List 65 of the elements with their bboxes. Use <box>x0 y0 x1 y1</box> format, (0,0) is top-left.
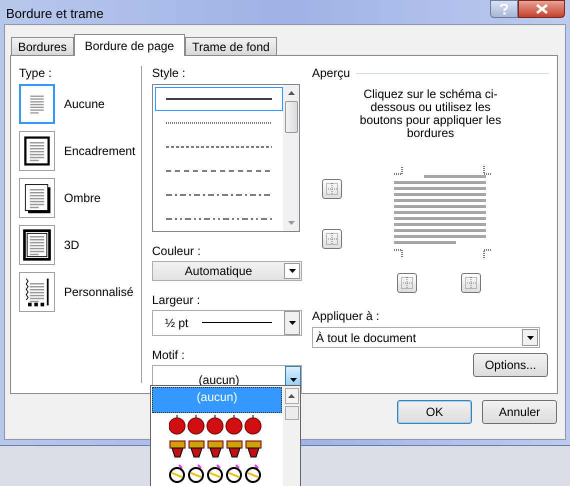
scroll-up-icon <box>288 91 294 95</box>
type-label: Type : <box>19 65 53 82</box>
line-sample-icon <box>166 146 272 148</box>
line-sample-icon <box>166 122 272 124</box>
close-button[interactable] <box>518 0 565 18</box>
line-sample-icon <box>166 218 272 220</box>
grid-icon <box>401 277 413 289</box>
type-option-label: Aucune <box>64 96 105 113</box>
window-title: Bordure et trame <box>6 5 104 23</box>
options-button[interactable]: Options... <box>473 353 548 377</box>
scrollbar[interactable] <box>283 85 299 231</box>
style-list[interactable] <box>152 84 300 232</box>
dialog-button[interactable]: Annuler <box>482 400 557 424</box>
dropdown-arrow-button[interactable] <box>522 329 538 346</box>
type-option-label: Personnalisé <box>64 284 134 301</box>
style-label: Style : <box>152 65 186 82</box>
line-sample-icon <box>166 194 272 196</box>
tab[interactable]: Trame de fond <box>185 37 277 55</box>
left-border-button[interactable] <box>397 273 417 293</box>
border-type-option[interactable] <box>19 178 55 218</box>
border-type-option[interactable] <box>19 225 55 265</box>
tab[interactable]: Bordure de page <box>74 34 186 56</box>
line-sample-icon <box>166 170 272 172</box>
scroll-down-icon <box>288 221 294 225</box>
help-icon <box>500 4 508 14</box>
color-label: Couleur : <box>152 243 202 260</box>
border-type-option[interactable] <box>19 272 55 312</box>
dropdown-arrow-button[interactable] <box>284 311 300 335</box>
color-value: Automatique <box>184 263 254 280</box>
width-label: Largeur : <box>152 292 202 309</box>
preview-hint: Cliquez sur le schéma ci-dessous ou utilisez les boutons pour appliquer les bordures <box>358 88 502 140</box>
color-dropdown[interactable]: Automatique <box>152 261 302 281</box>
art-label: Motif : <box>152 347 186 364</box>
caret-icon <box>526 336 534 340</box>
apply-to-dropdown[interactable]: À tout le document <box>312 327 540 348</box>
scrollbar[interactable] <box>283 386 300 486</box>
scroll-thumb[interactable] <box>284 406 298 420</box>
dropdown-arrow-button[interactable] <box>284 263 300 279</box>
border-type-option[interactable] <box>19 131 55 171</box>
type-option-label: 3D <box>64 237 80 254</box>
line-style-option[interactable] <box>155 87 283 111</box>
bottom-border-button[interactable] <box>322 229 342 249</box>
preview-label: Aperçu <box>312 65 350 82</box>
dialog-button[interactable]: OK <box>397 400 472 424</box>
help-button[interactable] <box>490 0 518 18</box>
caret-icon <box>290 378 296 382</box>
tab[interactable]: Bordures <box>11 37 74 55</box>
grid-icon <box>465 277 477 289</box>
width-dropdown[interactable]: ½ pt <box>152 310 302 336</box>
close-icon <box>536 4 548 14</box>
right-border-button[interactable] <box>461 273 481 293</box>
type-option-label: Encadrement <box>64 143 136 160</box>
grid-icon <box>326 233 338 245</box>
apply-to-label: Appliquer à : <box>312 308 380 325</box>
apply-to-value: À tout le document <box>316 330 416 346</box>
scroll-up-button[interactable] <box>284 388 298 404</box>
line-sample-icon <box>166 98 272 100</box>
grid-icon <box>326 183 338 195</box>
line-sample-icon <box>202 322 272 324</box>
type-option-label: Ombre <box>64 190 101 207</box>
caret-icon <box>288 321 296 325</box>
caret-icon <box>288 269 296 273</box>
top-border-button[interactable] <box>322 179 342 199</box>
width-value: ½ pt <box>165 315 188 332</box>
scroll-thumb[interactable] <box>284 101 298 133</box>
